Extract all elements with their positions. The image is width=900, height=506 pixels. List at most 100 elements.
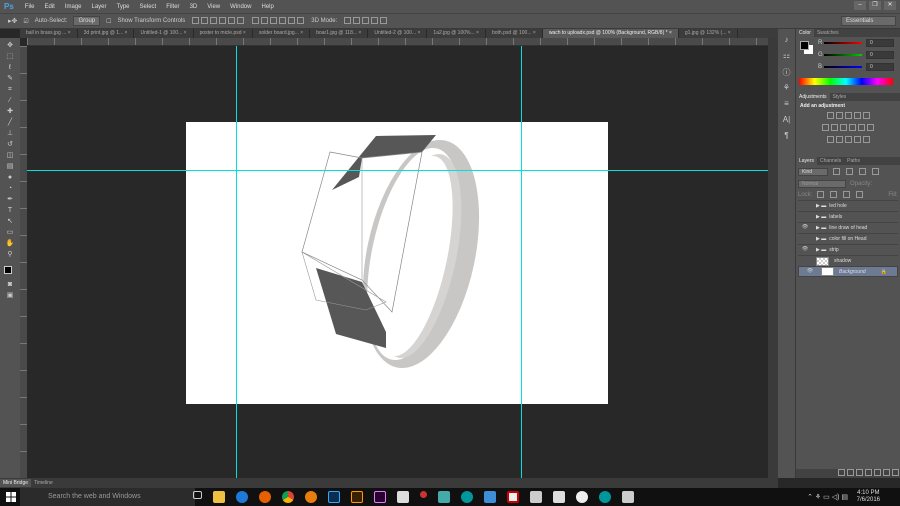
windows-start-icon[interactable] (6, 492, 16, 502)
tab-color[interactable]: Color (796, 29, 814, 37)
foreground-color[interactable] (800, 41, 809, 50)
layer-row[interactable]: ▶ ▬ led hole (798, 200, 898, 211)
menu-edit[interactable]: Edit (39, 4, 59, 10)
document-tab[interactable]: g1.jpg @ 132% (... × (679, 29, 738, 38)
menu-filter[interactable]: Filter (161, 4, 184, 10)
path-select-tool-icon[interactable]: ↖ (6, 218, 15, 226)
visibility-eye-icon[interactable]: 👁 (806, 268, 814, 276)
paragraph-icon[interactable]: ¶ (782, 131, 792, 141)
app-icon[interactable] (437, 491, 450, 503)
close-tab-icon[interactable]: × (416, 30, 420, 36)
file-explorer-icon[interactable] (212, 491, 225, 503)
restore-button[interactable]: ❐ (869, 1, 881, 10)
visibility-eye-icon[interactable] (801, 213, 809, 221)
tab-timeline[interactable]: Timeline (31, 479, 56, 487)
r-value[interactable]: 0 (866, 39, 894, 47)
tab-channels[interactable]: Channels (817, 157, 844, 165)
illustrator-icon[interactable] (350, 491, 363, 503)
close-tab-icon[interactable]: × (182, 30, 187, 36)
menu-help[interactable]: Help (256, 4, 278, 10)
tab-paths[interactable]: Paths (844, 157, 863, 165)
close-tab-icon[interactable]: × (66, 30, 71, 36)
screen-mode-icon[interactable]: ▣ (6, 292, 15, 300)
r-slider[interactable] (824, 42, 862, 44)
history-icon[interactable]: ♪ (782, 35, 792, 45)
tab-layers[interactable]: Layers (796, 157, 818, 165)
menu-window[interactable]: Window (225, 4, 256, 10)
move-tool-icon[interactable]: ✥ (6, 42, 15, 50)
close-button[interactable]: ✕ (884, 1, 896, 10)
document-tab[interactable]: wach to uploadx.psd @ 100% (Background, … (542, 29, 679, 38)
document-canvas[interactable] (186, 122, 608, 404)
healing-tool-icon[interactable]: ✚ (6, 108, 15, 116)
close-tab-icon[interactable]: × (475, 30, 479, 36)
tab-mini-bridge[interactable]: Mini Bridge (0, 479, 32, 487)
guide-horizontal[interactable] (27, 170, 768, 171)
layer-row[interactable]: ▶ ▬ labels (798, 211, 898, 222)
blur-tool-icon[interactable]: ● (6, 174, 15, 182)
adjustment-icons-row-2[interactable] (800, 124, 896, 133)
visibility-eye-icon[interactable]: 👁 (801, 246, 809, 254)
menu-type[interactable]: Type (112, 4, 135, 10)
move-tool-icon[interactable]: ▸✥ (8, 17, 17, 25)
blend-mode-dropdown[interactable]: Normal (798, 179, 846, 188)
workspace-dropdown[interactable]: Essentials (841, 16, 896, 26)
guide-vertical[interactable] (236, 46, 237, 478)
quick-select-tool-icon[interactable]: ✎ (6, 75, 15, 83)
stamp-tool-icon[interactable]: ⊥ (6, 130, 15, 138)
layer-row[interactable]: 👁 ▶ ▬ strip (798, 244, 898, 255)
layer-row[interactable]: shadow (798, 255, 898, 266)
premiere-icon[interactable] (373, 491, 386, 503)
folder-icon[interactable]: ▶ ▬ (816, 247, 826, 253)
tab-styles[interactable]: Styles (830, 93, 850, 101)
system-tray[interactable]: ⌃ ⚘ ▭ ◁) ▤ (807, 493, 848, 501)
calendar-icon[interactable] (552, 491, 565, 503)
brush-presets-icon[interactable]: ⚘ (782, 83, 792, 93)
align-icons[interactable] (191, 16, 245, 26)
hand-tool-icon[interactable]: ✋ (6, 240, 15, 248)
document-tab[interactable]: ball in brass.jpg ... × (20, 29, 78, 38)
3d-mode-icons[interactable] (343, 16, 388, 26)
visibility-eye-icon[interactable] (801, 235, 809, 243)
color-spectrum[interactable] (799, 78, 893, 85)
menu-layer[interactable]: Layer (87, 4, 112, 10)
vertical-scrollbar[interactable] (768, 38, 778, 478)
shape-tool-icon[interactable]: ▭ (6, 229, 15, 237)
close-tab-icon[interactable]: × (668, 30, 672, 36)
visibility-eye-icon[interactable] (801, 202, 809, 210)
marquee-tool-icon[interactable]: ⬚ (6, 53, 15, 61)
quick-mask-icon[interactable]: ◙ (6, 281, 15, 289)
folder-icon[interactable]: ▶ ▬ (816, 225, 826, 231)
document-tab[interactable]: Untitled-2 @ 100... × (368, 29, 428, 38)
inkscape-icon[interactable] (396, 491, 409, 503)
taskbar-clock[interactable]: 4:10 PM 7/6/2016 (857, 490, 880, 504)
menu-3d[interactable]: 3D (185, 4, 203, 10)
brush-settings-icon[interactable]: ≡ (782, 99, 792, 109)
history-brush-icon[interactable]: ↺ (6, 141, 15, 149)
close-tab-icon[interactable]: × (242, 30, 246, 36)
close-tab-icon[interactable]: × (532, 30, 536, 36)
brush-tool-icon[interactable]: ╱ (6, 119, 15, 127)
close-tab-icon[interactable]: × (726, 30, 731, 36)
photoshop-icon[interactable] (327, 491, 340, 503)
edge-icon[interactable] (235, 491, 248, 503)
g-value[interactable]: 0 (866, 51, 894, 59)
g-slider[interactable] (824, 54, 862, 56)
folder-icon[interactable]: ▶ ▬ (816, 236, 826, 242)
app-icon[interactable] (575, 491, 588, 503)
pen-tool-icon[interactable]: ✒ (6, 196, 15, 204)
visual-studio-icon[interactable] (483, 491, 496, 503)
info-icon[interactable]: ⓘ (782, 67, 792, 77)
auto-select-checkbox[interactable]: ☑ (23, 18, 28, 25)
zoom-tool-icon[interactable]: ⚲ (6, 251, 15, 259)
document-tab[interactable]: poster to micle.psd × (194, 29, 253, 38)
document-tab[interactable]: 3d print.jpg @ 1... × (78, 29, 135, 38)
folder-icon[interactable]: ▶ ▬ (816, 203, 826, 209)
firefox-icon[interactable] (258, 491, 271, 503)
calculator-icon[interactable] (529, 491, 542, 503)
close-tab-icon[interactable]: × (299, 30, 303, 36)
menu-image[interactable]: Image (60, 4, 87, 10)
properties-icon[interactable]: ⚏ (782, 51, 792, 61)
character-icon[interactable]: A| (782, 115, 792, 125)
crop-tool-icon[interactable]: ⌗ (6, 86, 15, 94)
